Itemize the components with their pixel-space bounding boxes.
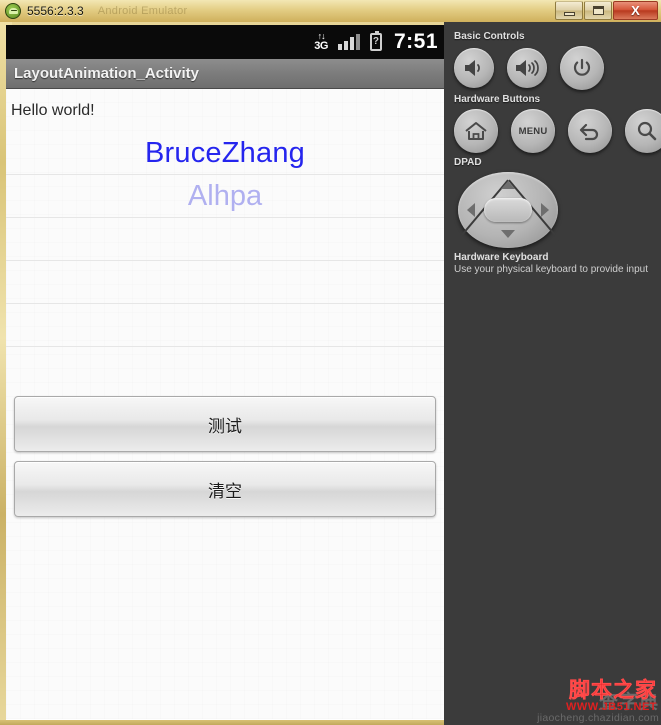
list-item xyxy=(6,261,444,304)
minimize-icon xyxy=(563,11,575,16)
window-ghost-title: Android Emulator xyxy=(97,5,188,17)
watermark-red-main: 脚本之家 xyxy=(569,679,657,702)
volume-down-button[interactable] xyxy=(454,48,494,88)
window-titlebar[interactable]: 5556:2.3.3 Android Emulator X xyxy=(0,0,661,22)
home-button[interactable] xyxy=(454,109,498,153)
menu-button[interactable]: MENU xyxy=(511,109,555,153)
hardware-buttons-heading: Hardware Buttons xyxy=(454,94,541,105)
device-screen[interactable]: ↑↓ 3G ? 7:51 LayoutAnimation_Activity He… xyxy=(6,25,444,720)
maximize-button[interactable] xyxy=(584,1,612,20)
menu-button-label: MENU xyxy=(518,125,548,137)
network-3g-icon: ↑↓ 3G xyxy=(314,32,328,52)
window-title: 5556:2.3.3 xyxy=(27,4,84,18)
back-icon xyxy=(578,121,602,141)
basic-controls-heading: Basic Controls xyxy=(454,31,525,42)
back-button[interactable] xyxy=(568,109,612,153)
list-item xyxy=(6,347,444,390)
close-button[interactable]: X xyxy=(613,1,658,20)
watermark-red-sub: WWW.JB51.NET xyxy=(566,701,657,713)
list-item: Alhpa xyxy=(6,175,444,218)
battery-icon: ? xyxy=(369,31,382,51)
test-button[interactable]: 测试 xyxy=(14,396,436,452)
search-button[interactable] xyxy=(625,109,661,153)
activity-title: LayoutAnimation_Activity xyxy=(14,65,200,82)
hardware-keyboard-title: Hardware Keyboard xyxy=(454,252,549,263)
emulator-window: 5556:2.3.3 Android Emulator X ↑↓ 3G ? 7:… xyxy=(0,0,661,725)
dpad-control[interactable] xyxy=(457,172,560,248)
dpad-down-icon[interactable] xyxy=(501,230,515,238)
close-icon: X xyxy=(631,3,640,18)
emulator-body: ↑↓ 3G ? 7:51 LayoutAnimation_Activity He… xyxy=(0,22,661,725)
activity-content: Hello world! BruceZhang Alhpa 测试 清空 xyxy=(6,89,444,719)
volume-up-icon xyxy=(515,59,539,77)
android-status-bar: ↑↓ 3G ? 7:51 xyxy=(6,25,444,59)
dpad-right-icon[interactable] xyxy=(541,203,549,217)
activity-titlebar: LayoutAnimation_Activity xyxy=(6,59,444,89)
home-icon xyxy=(464,121,488,141)
hello-world-text: Hello world! xyxy=(11,101,95,119)
hardware-keyboard-description: Use your physical keyboard to provide in… xyxy=(454,264,648,275)
volume-up-button[interactable] xyxy=(507,48,547,88)
battery-status-label: ? xyxy=(372,36,380,47)
dpad-center-button[interactable] xyxy=(484,198,532,222)
device-frame-bottom xyxy=(0,720,444,725)
power-icon xyxy=(572,58,592,78)
search-icon xyxy=(636,120,658,142)
emulator-control-panel: Basic Controls Hardware Buttons MENU DPA… xyxy=(444,22,661,725)
power-button[interactable] xyxy=(560,46,604,90)
dpad-up-icon[interactable] xyxy=(501,181,515,189)
network-label: 3G xyxy=(314,40,328,52)
brucezhang-text: BruceZhang xyxy=(145,136,305,169)
watermark-red: 脚本之家 WWW.JB51.NET xyxy=(566,680,657,713)
hardware-buttons-row: MENU xyxy=(454,109,661,153)
dpad-heading: DPAD xyxy=(454,157,482,168)
maximize-icon xyxy=(592,6,604,15)
signal-bars-icon xyxy=(337,34,360,50)
dpad-left-icon[interactable] xyxy=(467,203,475,217)
list-item: BruceZhang xyxy=(6,132,444,175)
android-robot-icon xyxy=(5,3,21,19)
basic-controls-row xyxy=(454,46,661,90)
volume-down-icon xyxy=(463,59,485,77)
action-buttons: 测试 清空 xyxy=(6,390,444,517)
clear-button[interactable]: 清空 xyxy=(14,461,436,517)
window-controls: X xyxy=(555,1,658,20)
list-item xyxy=(6,304,444,347)
alhpa-text: Alhpa xyxy=(187,179,263,212)
list-item xyxy=(6,218,444,261)
watermark-gray-sub: jiaocheng.chazidian.com xyxy=(537,711,659,724)
list-item: Hello world! xyxy=(6,89,444,132)
minimize-button[interactable] xyxy=(555,1,583,20)
status-clock: 7:51 xyxy=(393,30,438,53)
